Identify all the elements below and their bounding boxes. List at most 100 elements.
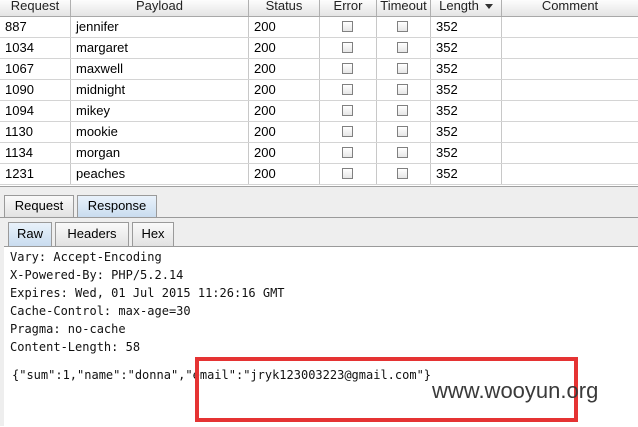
cell-payload: jennifer [71,17,249,37]
cell-length: 352 [431,59,502,79]
error-checkbox[interactable] [342,42,353,53]
cell-error [320,38,377,58]
cell-comment [502,143,638,163]
cell-status: 200 [249,143,320,163]
cell-payload: mookie [71,122,249,142]
message-panel: Request Response Raw Headers Hex Vary: A… [0,186,638,427]
cell-payload: margaret [71,38,249,58]
cell-length: 352 [431,80,502,100]
timeout-checkbox[interactable] [397,63,408,74]
error-checkbox[interactable] [342,147,353,158]
cell-length: 352 [431,164,502,184]
cell-timeout [377,143,431,163]
cell-status: 200 [249,38,320,58]
column-header-error[interactable]: Error [320,0,377,16]
cell-request: 1034 [0,38,71,58]
cell-timeout [377,80,431,100]
table-row[interactable]: 887 jennifer 200 352 [0,17,638,38]
table-row[interactable]: 1094 mikey 200 352 [0,101,638,122]
cell-request: 887 [0,17,71,37]
timeout-checkbox[interactable] [397,168,408,179]
table-row[interactable]: 1134 morgan 200 352 [0,143,638,164]
cell-length: 352 [431,122,502,142]
cell-comment [502,38,638,58]
response-header-line: Vary: Accept-Encoding [10,250,162,264]
cell-error [320,17,377,37]
table-row[interactable]: 1231 peaches 200 352 [0,164,638,185]
watermark: www.wooyun.org [432,378,599,403]
cell-request: 1134 [0,143,71,163]
tab-hex[interactable]: Hex [132,222,174,246]
response-header-line: Content-Length: 58 [10,340,141,354]
cell-status: 200 [249,122,320,142]
cell-payload: morgan [71,143,249,163]
cell-comment [502,59,638,79]
cell-timeout [377,122,431,142]
cell-error [320,122,377,142]
cell-request: 1090 [0,80,71,100]
timeout-checkbox[interactable] [397,21,408,32]
column-header-length[interactable]: Length [431,0,502,16]
cell-status: 200 [249,17,320,37]
cell-request: 1067 [0,59,71,79]
error-checkbox[interactable] [342,168,353,179]
error-checkbox[interactable] [342,21,353,32]
cell-payload: mikey [71,101,249,121]
cell-payload: midnight [71,80,249,100]
table-row[interactable]: 1067 maxwell 200 352 [0,59,638,80]
timeout-checkbox[interactable] [397,84,408,95]
table-row[interactable]: 1034 margaret 200 352 [0,38,638,59]
cell-error [320,80,377,100]
cell-error [320,143,377,163]
column-header-status[interactable]: Status [249,0,320,16]
error-checkbox[interactable] [342,105,353,116]
tab-headers[interactable]: Headers [55,222,129,246]
error-checkbox[interactable] [342,126,353,137]
error-checkbox[interactable] [342,63,353,74]
column-header-payload[interactable]: Payload [71,0,249,16]
cell-error [320,101,377,121]
table-body: 887 jennifer 200 352 1034 margaret 200 352 1067 m… [0,17,638,185]
column-header-timeout[interactable]: Timeout [377,0,431,16]
cell-status: 200 [249,101,320,121]
tab-response[interactable]: Response [77,195,157,217]
cell-error [320,164,377,184]
cell-comment [502,101,638,121]
cell-status: 200 [249,59,320,79]
cell-length: 352 [431,143,502,163]
table-row[interactable]: 1090 midnight 200 352 [0,80,638,101]
cell-timeout [377,164,431,184]
tab-request[interactable]: Request [4,195,74,217]
column-header-length-label: Length [439,0,479,13]
cell-error [320,59,377,79]
cell-timeout [377,59,431,79]
raw-response-viewer[interactable]: Vary: Accept-Encoding X-Powered-By: PHP/… [4,246,638,427]
cell-comment [502,164,638,184]
sort-descending-icon [484,4,493,9]
column-header-request[interactable]: Request [0,0,71,16]
table-row[interactable]: 1130 mookie 200 352 [0,122,638,143]
response-header-line: Pragma: no-cache [10,322,126,336]
cell-request: 1094 [0,101,71,121]
timeout-checkbox[interactable] [397,42,408,53]
timeout-checkbox[interactable] [397,147,408,158]
response-header-line: Expires: Wed, 01 Jul 2015 11:26:16 GMT [10,286,285,300]
error-checkbox[interactable] [342,84,353,95]
cell-timeout [377,17,431,37]
column-header-comment[interactable]: Comment [502,0,638,16]
cell-comment [502,17,638,37]
cell-timeout [377,101,431,121]
cell-comment [502,80,638,100]
cell-payload: peaches [71,164,249,184]
tab-raw[interactable]: Raw [8,222,52,246]
cell-comment [502,122,638,142]
cell-timeout [377,38,431,58]
timeout-checkbox[interactable] [397,105,408,116]
timeout-checkbox[interactable] [397,126,408,137]
cell-length: 352 [431,17,502,37]
cell-request: 1231 [0,164,71,184]
cell-length: 352 [431,101,502,121]
cell-status: 200 [249,80,320,100]
cell-status: 200 [249,164,320,184]
response-header-line: X-Powered-By: PHP/5.2.14 [10,268,184,282]
